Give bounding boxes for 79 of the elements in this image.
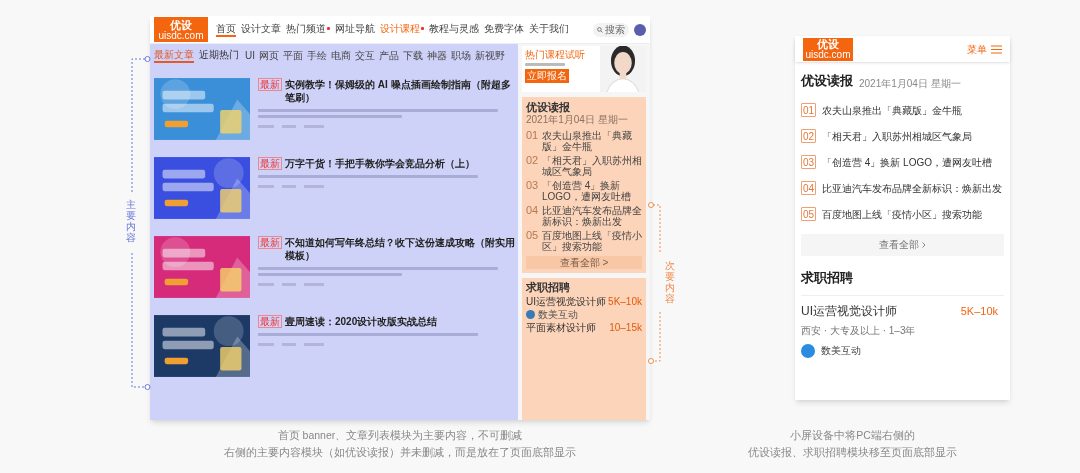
job-title[interactable]: UI运营视觉设计师 [801, 302, 897, 320]
news-item[interactable]: 「相天君」入职苏州相城区气象局 [542, 155, 642, 177]
salary: 5K–10k [960, 303, 998, 319]
news-date: 2021年1月04日 星期一 [859, 76, 961, 91]
news-item[interactable]: 农夫山泉推出「典藏版」金牛瓶 [542, 130, 642, 152]
news-title: 优设读报 [801, 72, 853, 90]
nav-link[interactable]: 设计文章 [241, 22, 281, 37]
category-link[interactable]: 平面 [283, 48, 303, 63]
nav-link[interactable]: 免费字体 [484, 22, 524, 37]
job-title[interactable]: UI运营视觉设计师 [526, 296, 606, 308]
news-number: 05 [801, 207, 816, 221]
job-title[interactable]: 平面素材设计师 [526, 322, 596, 334]
new-badge: 最新 [258, 78, 282, 91]
news-number: 03 [801, 155, 816, 169]
view-all-button[interactable]: 查看全部 [801, 233, 1004, 256]
news-number: 03 [526, 180, 539, 191]
category-link[interactable]: 网页 [259, 48, 279, 63]
news-item[interactable]: 「相天君」入职苏州相城区气象局 [822, 128, 972, 144]
category-link[interactable]: 下载 [403, 48, 423, 63]
news-title: 优设读报 [526, 101, 571, 114]
news-item[interactable]: 「创造营 4」换新 LOGO，遭网友吐槽 [542, 180, 642, 202]
promo-title: 热门课程试听 [525, 49, 585, 60]
category-link[interactable]: 产品 [379, 48, 399, 63]
company-name: 数美互动 [821, 344, 861, 358]
news-number: 01 [801, 103, 816, 117]
annotation-label: 次要内容 [665, 260, 675, 304]
caption: 小屏设备中将PC端右侧的 [790, 428, 915, 443]
article-title[interactable]: 不知道如何写年终总结？收下这份速成攻略（附实用模板） [285, 236, 517, 262]
annotation-label: 主要内容 [126, 199, 136, 243]
news-item[interactable]: 百度地图上线「疫情小区」搜索功能 [542, 230, 642, 252]
news-number: 04 [801, 181, 816, 195]
nav-link[interactable]: 首页 [216, 22, 236, 37]
category-link[interactable]: 新视野 [475, 48, 505, 63]
nav-link[interactable]: 网址导航 [335, 22, 375, 37]
news-item[interactable]: 百度地图上线「疫情小区」搜索功能 [822, 206, 982, 222]
news-item[interactable]: 比亚迪汽车发布品牌全新标识：焕新出发 [822, 180, 1002, 196]
new-badge: 最新 [258, 236, 282, 249]
article-title[interactable]: 壹周速读：2020设计改版实战总结 [285, 315, 517, 328]
salary: 10–15k [609, 322, 642, 334]
article-title[interactable]: 实例教学！保姆级的 AI 噪点插画绘制指南（附超多笔刷） [285, 78, 517, 104]
news-number: 05 [526, 230, 539, 241]
company-name: 数美互动 [538, 309, 578, 320]
news-item[interactable]: 农夫山泉推出「典藏版」金牛瓶 [822, 102, 962, 118]
category-link[interactable]: 手绘 [307, 48, 327, 63]
menu-icon [991, 44, 1002, 54]
caption: 右侧的主要内容模块（如优设读报）并未删减，而是放在了页面底部显示 [224, 445, 576, 460]
nav-link[interactable]: 热门频道 [286, 22, 330, 37]
caption: 首页 banner、文章列表模块为主要内容，不可删减 [277, 428, 523, 443]
news-number: 02 [801, 129, 816, 143]
category-link[interactable]: UI [245, 48, 255, 63]
nav-link[interactable]: 关于我们 [529, 22, 569, 37]
news-item[interactable]: 比亚迪汽车发布品牌全新标识：焕新出发 [542, 205, 642, 227]
tab[interactable]: 近期热门 [199, 48, 239, 63]
jobs-title: 求职招聘 [526, 281, 571, 294]
search-icon [597, 26, 603, 33]
job-meta: 西安 · 大专及以上 · 1–3年 [801, 324, 917, 338]
news-date: 2021年1月04日 星期一 [526, 114, 629, 126]
news-item[interactable]: 「创造营 4」换新 LOGO，遭网友吐槽 [822, 154, 992, 170]
chevron-right-icon [922, 241, 926, 248]
news-number: 02 [526, 155, 539, 166]
nav-link[interactable]: 教程与灵感 [429, 22, 479, 37]
new-badge: 最新 [258, 315, 282, 328]
category-link[interactable]: 电商 [331, 48, 351, 63]
category-link[interactable]: 职场 [451, 48, 471, 63]
search-button[interactable]: 搜索 [593, 22, 629, 37]
salary: 5K–10k [608, 296, 642, 308]
article-title[interactable]: 万字干货！手把手教你学会竞品分析（上） [285, 157, 517, 170]
news-number: 01 [526, 130, 539, 141]
category-link[interactable]: 神器 [427, 48, 447, 63]
jobs-title: 求职招聘 [801, 268, 854, 287]
caption: 优设读报、求职招聘模块移至页面底部显示 [748, 445, 957, 460]
blurred-text-drawing [525, 63, 565, 66]
view-all-button[interactable]: 查看全部 > [526, 256, 642, 269]
news-number: 04 [526, 205, 539, 216]
company-logo [801, 343, 815, 358]
avatar[interactable] [634, 23, 646, 36]
category-link[interactable]: 交互 [355, 48, 375, 63]
new-badge: 最新 [258, 157, 282, 170]
company-logo [526, 310, 535, 319]
